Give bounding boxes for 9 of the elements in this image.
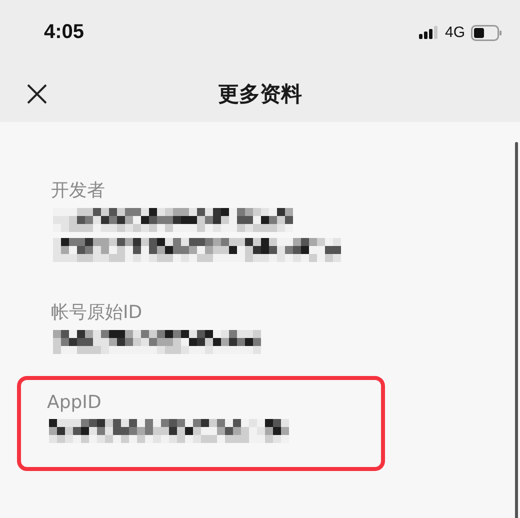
battery-icon (471, 24, 502, 40)
page-title: 更多资料 (218, 80, 302, 108)
status-time: 4:05 (44, 21, 84, 44)
signal-icon (418, 26, 439, 39)
field-label: AppID (47, 392, 102, 413)
close-icon (26, 83, 48, 105)
network-label: 4G (444, 24, 465, 41)
field-label: 帐号原始ID (51, 301, 144, 324)
field-label: 开发者 (51, 179, 106, 202)
